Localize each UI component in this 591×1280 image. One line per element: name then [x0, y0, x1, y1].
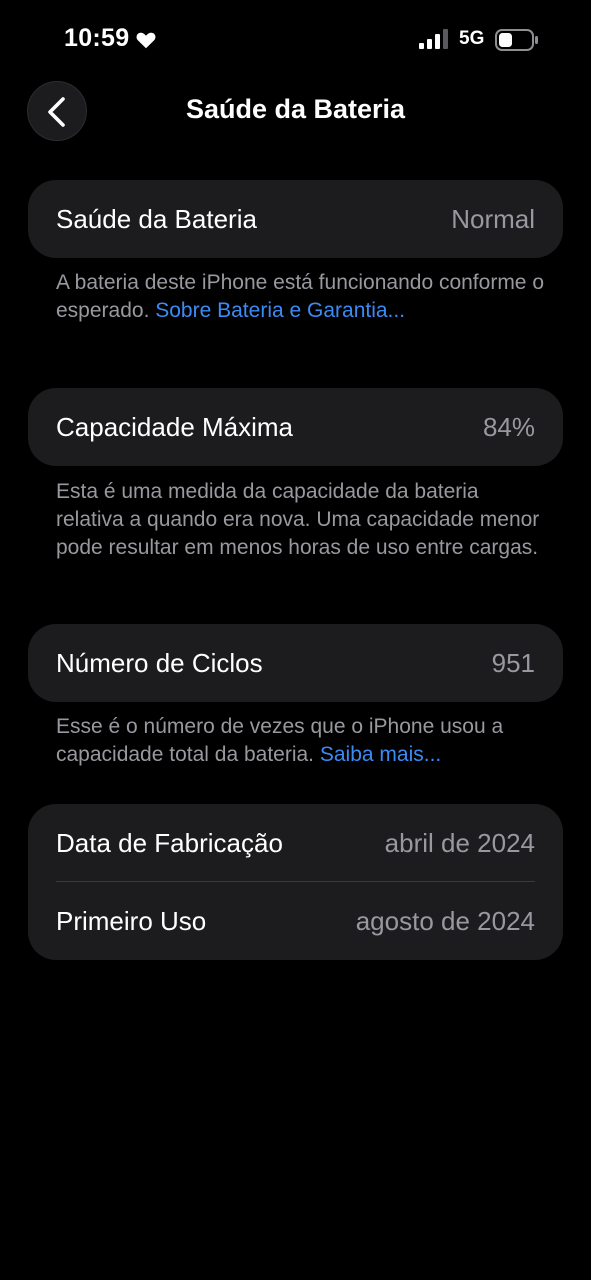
battery-dates-card: Data de Fabricação abril de 2024 Primeir…: [28, 804, 563, 960]
manufacture-date-label: Data de Fabricação: [56, 828, 283, 858]
battery-icon: [495, 29, 538, 51]
maximum-capacity-label: Capacidade Máxima: [56, 412, 294, 442]
status-time: 10:59: [64, 24, 130, 52]
maximum-capacity-row: Capacidade Máxima 84%: [28, 388, 563, 466]
battery-health-label: Saúde da Bateria: [56, 204, 257, 234]
battery-health-row: Saúde da Bateria Normal: [28, 180, 563, 258]
battery-health-value: Normal: [451, 204, 535, 234]
cycle-count-value: 951: [491, 648, 535, 678]
battery-health-card: Saúde da Bateria Normal: [28, 180, 563, 258]
cycle-count-card: Número de Ciclos 951: [28, 624, 563, 702]
maximum-capacity-value: 84%: [482, 412, 535, 442]
first-use-row: Primeiro Uso agosto de 2024: [28, 882, 563, 960]
learn-more-link[interactable]: Saiba mais...: [320, 743, 441, 766]
heart-icon: [136, 32, 156, 49]
battery-health-footnote: A bateria deste iPhone está funcionando …: [56, 269, 546, 325]
cycle-count-label: Número de Ciclos: [56, 648, 263, 678]
network-type: 5G: [459, 28, 485, 49]
maximum-capacity-footnote: Esta é uma medida da capacidade da bater…: [56, 480, 540, 559]
cycle-count-row: Número de Ciclos 951: [28, 624, 563, 702]
first-use-label: Primeiro Uso: [56, 906, 207, 936]
maximum-capacity-card: Capacidade Máxima 84%: [28, 388, 563, 466]
signal-icon: [419, 29, 448, 49]
manufacture-date-value: abril de 2024: [384, 828, 535, 858]
page-title: Saúde da Bateria: [185, 94, 406, 124]
manufacture-date-row: Data de Fabricação abril de 2024: [28, 804, 563, 882]
cycle-count-footnote: Esse é o número de vezes que o iPhone us…: [56, 713, 546, 769]
first-use-value: agosto de 2024: [355, 906, 535, 936]
battery-warranty-link[interactable]: Sobre Bateria e Garantia...: [155, 299, 405, 322]
status-bar: 10:59 5G: [0, 0, 591, 80]
